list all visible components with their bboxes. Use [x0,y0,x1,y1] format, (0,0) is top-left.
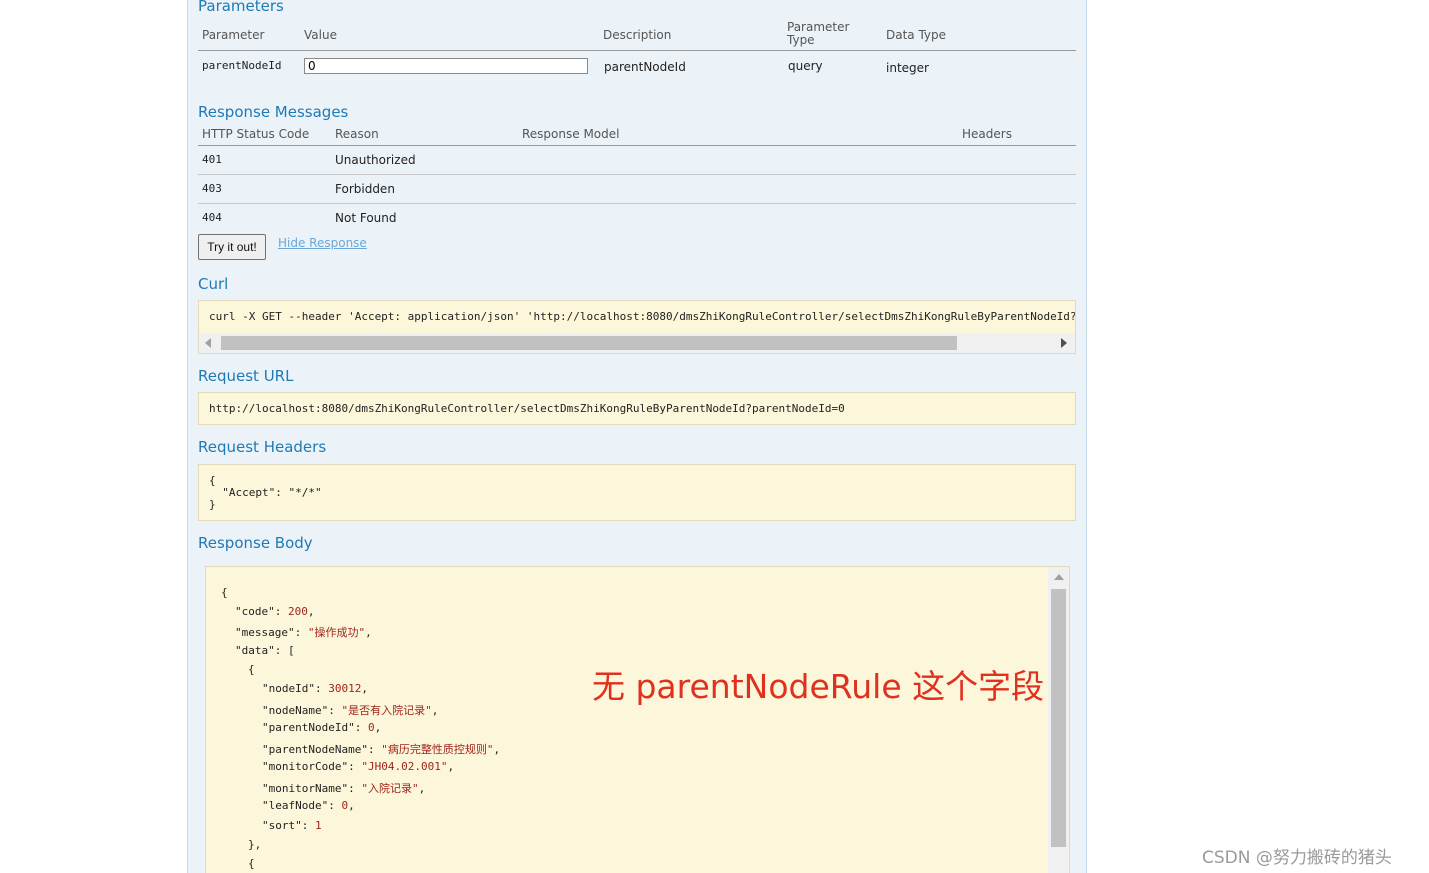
json-value: "操作成功" [307,626,366,639]
status-code-401: 401 [202,153,222,166]
json-key: "monitorCode": [262,760,362,773]
response-header-rule [198,145,1076,146]
json-line: "sort": 1 [262,819,322,832]
json-value: "病历完整性质控规则" [381,743,494,756]
hide-response-link[interactable]: Hide Response [278,236,367,250]
curl-block: curl -X GET --header 'Accept: applicatio… [198,300,1076,354]
scrollbar-thumb[interactable] [1051,589,1066,847]
json-value: "是否有入院记录" [341,704,432,717]
parameters-header-rule [198,50,1076,51]
json-key: "leafNode": [262,799,342,812]
reason-401: Unauthorized [335,153,416,167]
scrollbar-thumb[interactable] [221,336,957,350]
param-description: parentNodeId [604,60,686,74]
request-headers-title: Request Headers [198,438,327,456]
header-headers: Headers [962,127,1012,141]
request-headers-block: { "Accept": "*/*" } [198,464,1076,521]
header-value: Value [304,28,337,42]
csdn-watermark: CSDN @努力搬砖的猪头 [1202,848,1392,868]
response-body-vertical-scrollbar[interactable] [1048,567,1069,873]
json-key: "nodeId": [262,682,329,695]
json-key: "parentNodeName": [262,743,382,756]
json-line: "monitorCode": "JH04.02.001", [262,760,455,773]
json-value: 0 [367,721,375,734]
request-headers-line: "Accept": "*/*" [209,486,322,499]
header-reason: Reason [335,127,379,141]
parent-node-id-input[interactable] [304,58,588,74]
param-data-type: integer [886,61,929,75]
json-value: 30012 [328,682,362,695]
api-operation-panel: Parameters Parameter Value Description P… [187,0,1087,873]
scroll-left-icon[interactable] [205,338,211,348]
scroll-right-icon[interactable] [1061,338,1067,348]
curl-command: curl -X GET --header 'Accept: applicatio… [209,310,1076,323]
json-brace: { [248,857,255,870]
json-line: "nodeName": "是否有入院记录", [262,704,439,717]
json-line: "parentNodeId": 0, [262,721,382,734]
request-url: http://localhost:8080/dmsZhiKongRuleCont… [209,402,845,415]
header-parameter-type: Parameter Type [787,21,849,47]
status-code-404: 404 [202,211,222,224]
request-headers-line: } [209,498,216,511]
json-line: "nodeId": 30012, [262,682,368,695]
scroll-up-icon[interactable] [1054,574,1064,580]
json-line-data: "data": [ [235,644,295,657]
json-key: "message": [235,626,308,639]
json-key: "monitorName": [262,782,362,795]
json-key: "nodeName": [262,704,342,717]
request-url-block: http://localhost:8080/dmsZhiKongRuleCont… [198,392,1076,425]
header-response-model: Response Model [522,127,620,141]
annotation-note: 无 parentNodeRule 这个字段 [592,667,1045,706]
row-divider [198,174,1076,175]
row-divider [198,203,1076,204]
header-data-type: Data Type [886,28,947,42]
header-parameter-type-line1: Parameter [787,20,850,34]
param-name: parentNodeId [202,59,282,72]
json-value: 0 [341,799,349,812]
json-value: "JH04.02.001" [361,760,448,773]
json-value: 1 [314,819,322,832]
header-description: Description [603,28,672,42]
param-type: query [788,59,823,73]
header-parameter: Parameter [202,28,265,42]
request-url-title: Request URL [198,367,294,385]
json-brace: { [221,586,228,599]
curl-horizontal-scrollbar[interactable] [199,333,1075,353]
parameters-title: Parameters [198,0,284,15]
json-key: "parentNodeId": [262,721,368,734]
reason-403: Forbidden [335,182,395,196]
header-status-code: HTTP Status Code [202,127,310,141]
response-body-title: Response Body [198,534,313,552]
json-key: "sort": [262,819,315,832]
response-body-block: { "code": 200, "message": "操作成功", "data"… [205,566,1070,873]
json-brace: { [248,663,255,676]
json-line-message: "message": "操作成功", [235,626,372,639]
json-line: "parentNodeName": "病历完整性质控规则", [262,743,501,756]
json-value: 200 [287,605,308,618]
json-line: "monitorName": "入院记录", [262,782,426,795]
json-value: "入院记录" [361,782,419,795]
try-it-out-button[interactable]: Try it out! [198,234,266,260]
json-key: "code": [235,605,288,618]
reason-404: Not Found [335,211,397,225]
json-line-code: "code": 200, [235,605,315,618]
json-line: "leafNode": 0, [262,799,355,812]
header-parameter-type-line2: Type [787,33,815,47]
response-messages-title: Response Messages [198,103,349,121]
json-brace: }, [248,838,262,851]
status-code-403: 403 [202,182,222,195]
curl-title: Curl [198,275,229,293]
